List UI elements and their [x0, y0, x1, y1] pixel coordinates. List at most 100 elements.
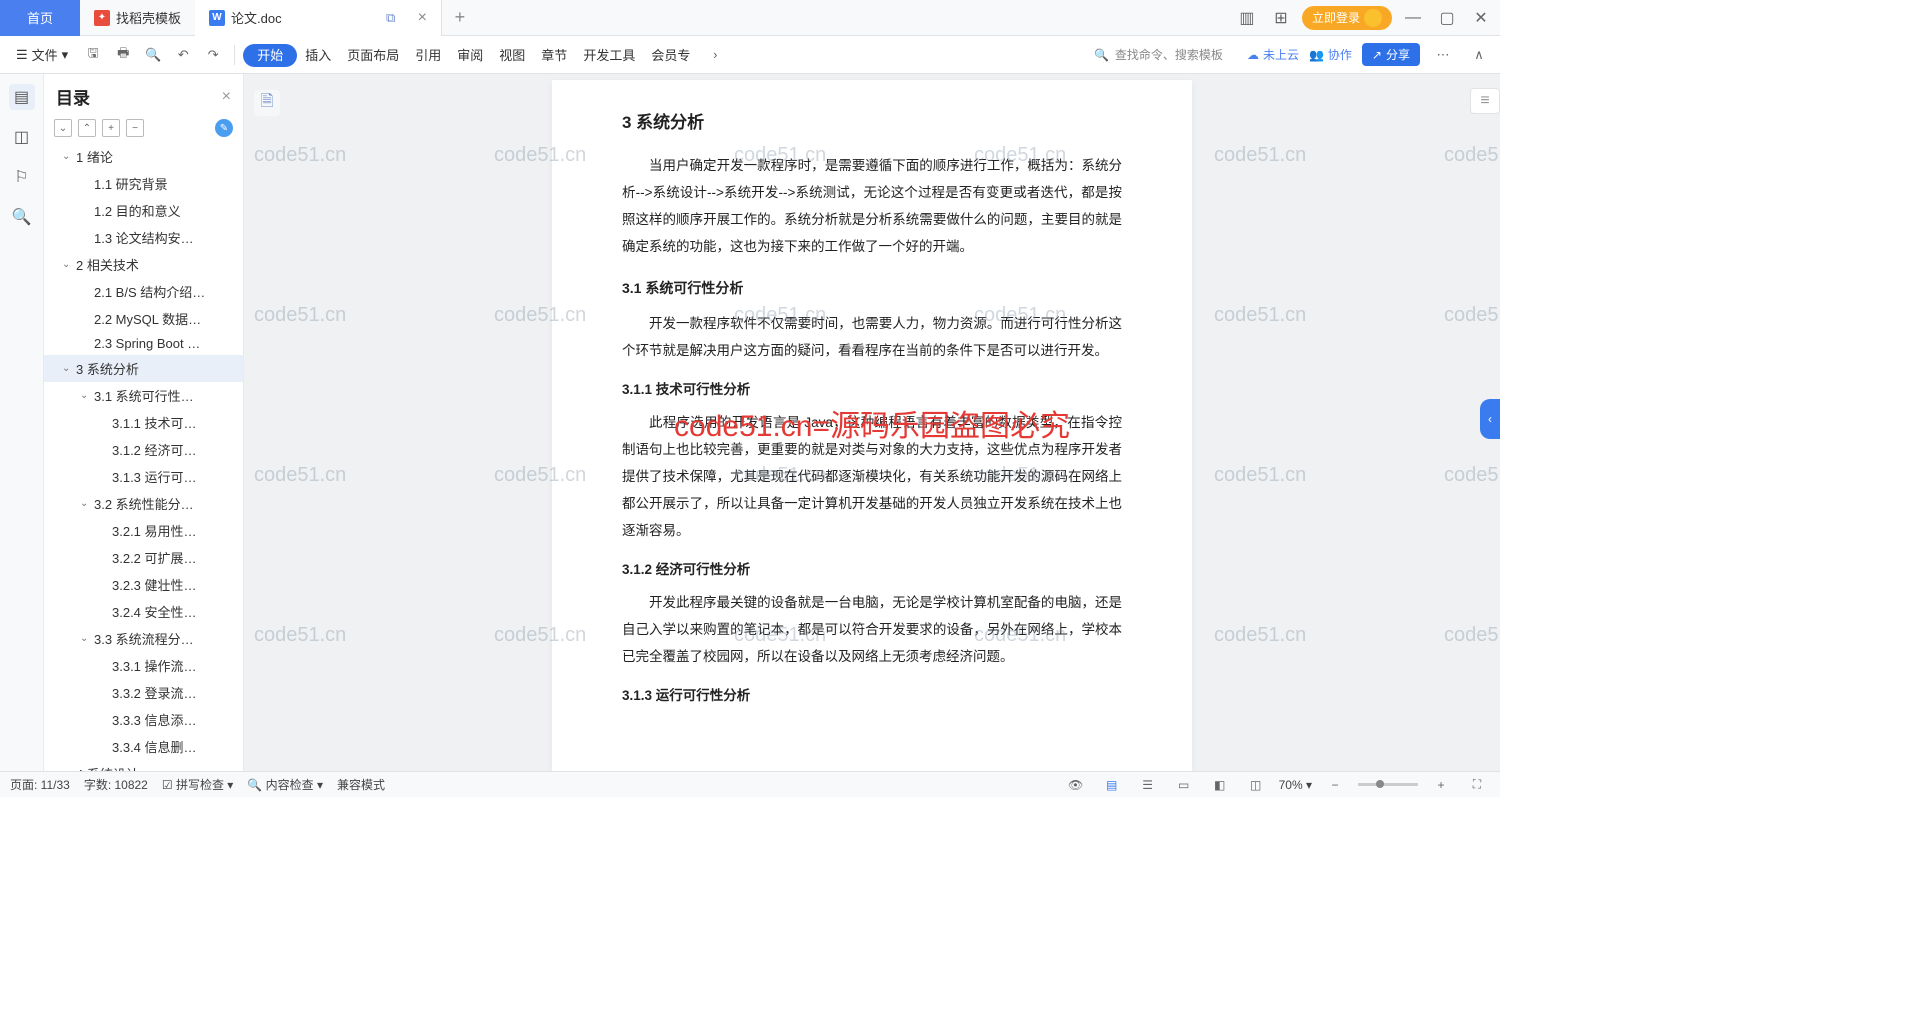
- zoom-level[interactable]: 70% ▾: [1279, 778, 1312, 792]
- view-page-icon[interactable]: ▤: [1099, 772, 1125, 798]
- outline-item[interactable]: ⌄3.2 系统性能分…: [44, 490, 243, 517]
- menu-会员专[interactable]: 会员专: [643, 44, 698, 67]
- outline-item[interactable]: 3.3.3 信息添…: [44, 706, 243, 733]
- minimize-icon[interactable]: —: [1400, 5, 1426, 31]
- bookmark-icon[interactable]: ⚐: [9, 164, 35, 190]
- layout-icon[interactable]: ▥: [1234, 5, 1260, 31]
- sync-icon[interactable]: ✎: [215, 119, 233, 137]
- share-button[interactable]: ↗ 分享: [1362, 43, 1420, 66]
- menu-引用[interactable]: 引用: [407, 44, 449, 67]
- outline-item[interactable]: ⌄1 绪论: [44, 143, 243, 170]
- tab-document[interactable]: W论文.doc⧉×: [195, 0, 442, 36]
- heading-3-1: 3.1 系统可行性分析: [622, 274, 1122, 302]
- feedback-tab[interactable]: ‹: [1480, 399, 1500, 439]
- outline-item[interactable]: 1.1 研究背景: [44, 170, 243, 197]
- watermark: code51.cn: [254, 624, 346, 647]
- save-icon[interactable]: 🖫: [80, 42, 106, 68]
- preview-icon[interactable]: 🔍: [140, 42, 166, 68]
- collapse-all-icon[interactable]: ⌄: [54, 119, 72, 137]
- spell-check[interactable]: ☑ 拼写检查 ▾: [162, 776, 233, 793]
- fullscreen-icon[interactable]: ⛶: [1464, 772, 1490, 798]
- coop-button[interactable]: 👥 协作: [1309, 46, 1352, 63]
- outline-item[interactable]: ⌄2 相关技术: [44, 251, 243, 278]
- content-check[interactable]: 🔍 内容检查 ▾: [247, 776, 323, 793]
- side-panel-toggle[interactable]: ≡: [1470, 88, 1500, 114]
- view-reading-icon[interactable]: ▭: [1171, 772, 1197, 798]
- zoom-in-icon[interactable]: +: [1428, 772, 1454, 798]
- remove-node-icon[interactable]: −: [126, 119, 144, 137]
- outline-item[interactable]: ⌄3 系统分析: [44, 355, 243, 382]
- undo-icon[interactable]: ↶: [170, 42, 196, 68]
- outline-item[interactable]: 4 系统设计: [44, 760, 243, 771]
- print-icon[interactable]: 🖶: [110, 42, 136, 68]
- outline-item[interactable]: 3.3.2 登录流…: [44, 679, 243, 706]
- outline-tab-icon[interactable]: ▤: [9, 84, 35, 110]
- redo-icon[interactable]: ↷: [200, 42, 226, 68]
- page-comment-icon[interactable]: 🗎: [254, 90, 280, 116]
- watermark: code51.cn: [254, 144, 346, 167]
- outline-item[interactable]: 3.2.2 可扩展…: [44, 544, 243, 571]
- eye-icon[interactable]: 👁: [1063, 772, 1089, 798]
- tab-template[interactable]: ✦找稻壳模板: [80, 0, 195, 36]
- expand-all-icon[interactable]: ⌃: [78, 119, 96, 137]
- left-sidebar: ▤ ◫ ⚐ 🔍: [0, 74, 44, 771]
- menu-视图[interactable]: 视图: [491, 44, 533, 67]
- watermark: code51.cn: [254, 464, 346, 487]
- login-button[interactable]: 立即登录: [1302, 6, 1392, 30]
- watermark: code51.cn: [1214, 304, 1306, 327]
- close-outline-icon[interactable]: ×: [222, 88, 231, 106]
- compat-mode[interactable]: 兼容模式: [337, 776, 385, 793]
- close-window-icon[interactable]: ✕: [1468, 5, 1494, 31]
- add-tab-button[interactable]: +: [442, 7, 478, 28]
- mark-icon[interactable]: ◫: [9, 124, 35, 150]
- tab-home[interactable]: 首页: [0, 0, 80, 36]
- outline-item[interactable]: 1.2 目的和意义: [44, 197, 243, 224]
- maximize-icon[interactable]: ▢: [1434, 5, 1460, 31]
- menu-开发工具[interactable]: 开发工具: [575, 44, 643, 67]
- cloud-status[interactable]: ☁ 未上云: [1247, 46, 1299, 63]
- zoom-out-icon[interactable]: −: [1322, 772, 1348, 798]
- avatar-icon: [1364, 9, 1382, 27]
- word-count[interactable]: 字数: 10822: [84, 776, 148, 793]
- outline-item[interactable]: 1.3 论文结构安…: [44, 224, 243, 251]
- window-icon[interactable]: ⧉: [378, 5, 404, 31]
- zoom-fit-icon[interactable]: ◫: [1243, 772, 1269, 798]
- apps-icon[interactable]: ⊞: [1268, 5, 1294, 31]
- word-icon: W: [209, 10, 225, 26]
- outline-item[interactable]: 3.1.2 经济可…: [44, 436, 243, 463]
- outline-item[interactable]: 3.1.1 技术可…: [44, 409, 243, 436]
- watermark: code51.cn: [254, 304, 346, 327]
- expand-icon[interactable]: ∧: [1466, 42, 1492, 68]
- chevron-right-icon[interactable]: ›: [702, 42, 728, 68]
- outline-item[interactable]: 3.2.4 安全性…: [44, 598, 243, 625]
- outline-title: 目录: [56, 84, 90, 109]
- outline-tree: ⌄1 绪论1.1 研究背景1.2 目的和意义1.3 论文结构安…⌄2 相关技术2…: [44, 143, 243, 771]
- outline-item[interactable]: ⌄3.3 系统流程分…: [44, 625, 243, 652]
- outline-item[interactable]: 3.3.1 操作流…: [44, 652, 243, 679]
- view-web-icon[interactable]: ◧: [1207, 772, 1233, 798]
- add-node-icon[interactable]: +: [102, 119, 120, 137]
- outline-item[interactable]: 3.3.4 信息删…: [44, 733, 243, 760]
- outline-item[interactable]: 3.2.1 易用性…: [44, 517, 243, 544]
- menu-页面布局[interactable]: 页面布局: [339, 44, 407, 67]
- outline-item[interactable]: 2.1 B/S 结构介绍…: [44, 278, 243, 305]
- command-search[interactable]: 🔍 查找命令、搜索模板: [1094, 46, 1223, 63]
- outline-item[interactable]: 2.3 Spring Boot …: [44, 332, 243, 355]
- close-icon[interactable]: ×: [418, 9, 427, 27]
- search-icon[interactable]: 🔍: [9, 204, 35, 230]
- view-outline-icon[interactable]: ☰: [1135, 772, 1161, 798]
- outline-item[interactable]: ⌄3.1 系统可行性…: [44, 382, 243, 409]
- menu-审阅[interactable]: 审阅: [449, 44, 491, 67]
- menu-file[interactable]: ☰ 文件 ▾: [8, 41, 76, 68]
- watermark: code51.cn: [1214, 144, 1306, 167]
- menu-开始[interactable]: 开始: [243, 44, 297, 67]
- menu-插入[interactable]: 插入: [297, 44, 339, 67]
- outline-item[interactable]: 2.2 MySQL 数据…: [44, 305, 243, 332]
- menu-章节[interactable]: 章节: [533, 44, 575, 67]
- zoom-slider[interactable]: [1358, 783, 1418, 786]
- page-indicator[interactable]: 页面: 11/33: [10, 776, 70, 793]
- more-icon[interactable]: ⋯: [1430, 42, 1456, 68]
- outline-item[interactable]: 3.1.3 运行可…: [44, 463, 243, 490]
- watermark: code51.cn: [1444, 144, 1500, 167]
- outline-item[interactable]: 3.2.3 健壮性…: [44, 571, 243, 598]
